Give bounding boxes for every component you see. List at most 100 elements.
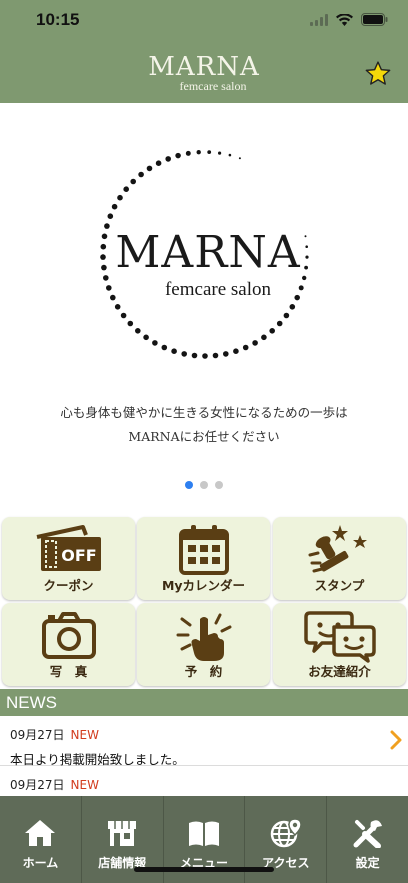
logo-ring-dot	[294, 294, 300, 301]
star-icon[interactable]	[364, 60, 392, 88]
app-header: MARNA femcare salon	[0, 46, 408, 103]
logo-ring-dot	[104, 223, 110, 229]
chevron-right-icon	[390, 730, 402, 750]
logo-ring-dot	[143, 334, 149, 341]
logo-ring-dot	[233, 348, 239, 354]
news-item[interactable]: 09月27日 NEW 本日より掲載開始致しました。	[0, 716, 408, 767]
photo-label: 写 真	[49, 664, 88, 679]
logo-ring-dot	[298, 285, 304, 291]
header-brand-sub: femcare salon	[179, 79, 247, 93]
logo-ring-dot	[305, 255, 309, 259]
coupon-button[interactable]: OFF クーポン	[2, 517, 135, 600]
news-item[interactable]: 09月27日 NEW	[0, 766, 408, 796]
logo-ring-dot	[181, 351, 187, 357]
header-logo: MARNA femcare salon	[0, 54, 408, 92]
logo-ring-dot	[146, 165, 153, 172]
calendar-icon	[178, 525, 229, 575]
coupon-label: クーポン	[43, 578, 94, 593]
logo-ring-dot	[101, 233, 108, 240]
calendar-button[interactable]: Myカレンダー	[137, 517, 270, 600]
slider-dot[interactable]	[185, 481, 193, 489]
logo-ring-dot	[304, 265, 308, 270]
hero-slider[interactable]: MARNA femcare salon 心も身体も健やかに生きる女性になるための…	[0, 103, 408, 513]
logo-ring-dot	[218, 151, 222, 155]
news-new-badge: NEW	[70, 728, 99, 742]
tab-settings[interactable]: 設定	[327, 796, 408, 883]
reserve-label: 予 約	[184, 664, 223, 679]
logo-ring-dot	[228, 153, 232, 157]
logo-ring-dot	[106, 285, 112, 291]
logo-ring-dot	[252, 340, 258, 346]
status-icons	[310, 13, 388, 26]
hero-tagline-line2: MARNAにお任せください	[128, 429, 280, 444]
home-indicator	[134, 867, 274, 872]
news-new-badge: NEW	[70, 778, 99, 792]
home-icon	[25, 820, 56, 846]
logo-ring-dot	[114, 304, 121, 310]
tools-icon	[353, 820, 382, 848]
hero-tagline-line1: 心も身体も健やかに生きる女性になるための一歩は	[60, 405, 348, 420]
slider-dot[interactable]	[215, 481, 223, 489]
hero-tagline: 心も身体も健やかに生きる女性になるための一歩は MARNAにお任せください	[0, 401, 408, 449]
wifi-icon	[336, 13, 353, 26]
logo-ring-dot	[120, 312, 127, 319]
logo-ring-dot	[103, 275, 109, 281]
header-brand-name: MARNA	[148, 52, 260, 82]
logo-ring-dot	[207, 150, 212, 154]
logo-ring-dot	[261, 334, 267, 341]
logo-ring-dot	[302, 275, 307, 281]
logo-ring-dot	[185, 150, 191, 156]
logo-ring-dot	[175, 152, 181, 159]
logo-ring-dot	[100, 243, 107, 250]
logo-ring-dot	[242, 344, 249, 351]
logo-ring-dot	[276, 320, 283, 327]
stamp-icon	[308, 525, 367, 573]
logo-ring-dot	[196, 150, 201, 155]
slider-dot[interactable]	[200, 481, 208, 489]
coupon-icon: OFF	[36, 525, 101, 571]
slider-dots	[0, 481, 408, 489]
menu-grid: OFF クーポン Myカレンダー スタンプ 写 真 予 約 お友達紹介	[0, 513, 408, 687]
globe-pin-icon	[270, 818, 302, 848]
logo-ring-dot	[123, 186, 129, 192]
status-time: 10:15	[36, 10, 80, 29]
logo-ring-dot	[130, 178, 136, 185]
logo-ring-dot	[165, 156, 171, 162]
hero-logo-sub: femcare salon	[165, 279, 272, 300]
calendar-label: Myカレンダー	[161, 578, 246, 593]
reserve-button[interactable]: 予 約	[137, 603, 270, 686]
logo-ring-dot	[135, 328, 141, 334]
news-list: 09月27日 NEW 本日より掲載開始致しました。 09月27日 NEW	[0, 716, 408, 796]
logo-ring-dot	[152, 340, 158, 346]
photo-button[interactable]: 写 真	[2, 603, 135, 686]
logo-ring-dot	[161, 344, 168, 351]
logo-ring-dot	[283, 312, 290, 319]
logo-ring-dot	[111, 203, 118, 210]
logo-ring-dot	[191, 352, 198, 359]
logo-ring-dot	[100, 254, 106, 260]
logo-ring-dot	[127, 320, 134, 327]
news-date: 09月27日	[10, 778, 65, 792]
hero-logo-name: MARNA	[115, 227, 300, 278]
logo-ring-dot	[171, 348, 177, 354]
hand-pointer-icon	[176, 613, 231, 661]
logo-ring-dot	[155, 160, 162, 166]
news-header: NEWS	[0, 689, 408, 716]
logo-ring-dot	[304, 235, 307, 238]
friend-referral-button[interactable]: お友達紹介	[273, 603, 406, 686]
logo-ring-dot	[269, 328, 275, 334]
stamp-button[interactable]: スタンプ	[273, 517, 406, 600]
news-date: 09月27日	[10, 728, 65, 742]
logo-ring-dot	[289, 304, 296, 310]
logo-ring-dot	[238, 157, 241, 160]
tab-home[interactable]: ホーム	[0, 796, 82, 883]
hero-logo: MARNA femcare salon	[100, 150, 309, 359]
logo-ring-dot	[110, 294, 116, 301]
logo-ring-dot	[223, 351, 229, 357]
camera-icon	[41, 612, 96, 659]
store-icon	[108, 821, 137, 846]
logo-ring-dot	[101, 264, 107, 271]
signal-icon	[310, 13, 328, 26]
stamp-label: スタンプ	[314, 578, 365, 593]
battery-icon	[361, 13, 388, 26]
